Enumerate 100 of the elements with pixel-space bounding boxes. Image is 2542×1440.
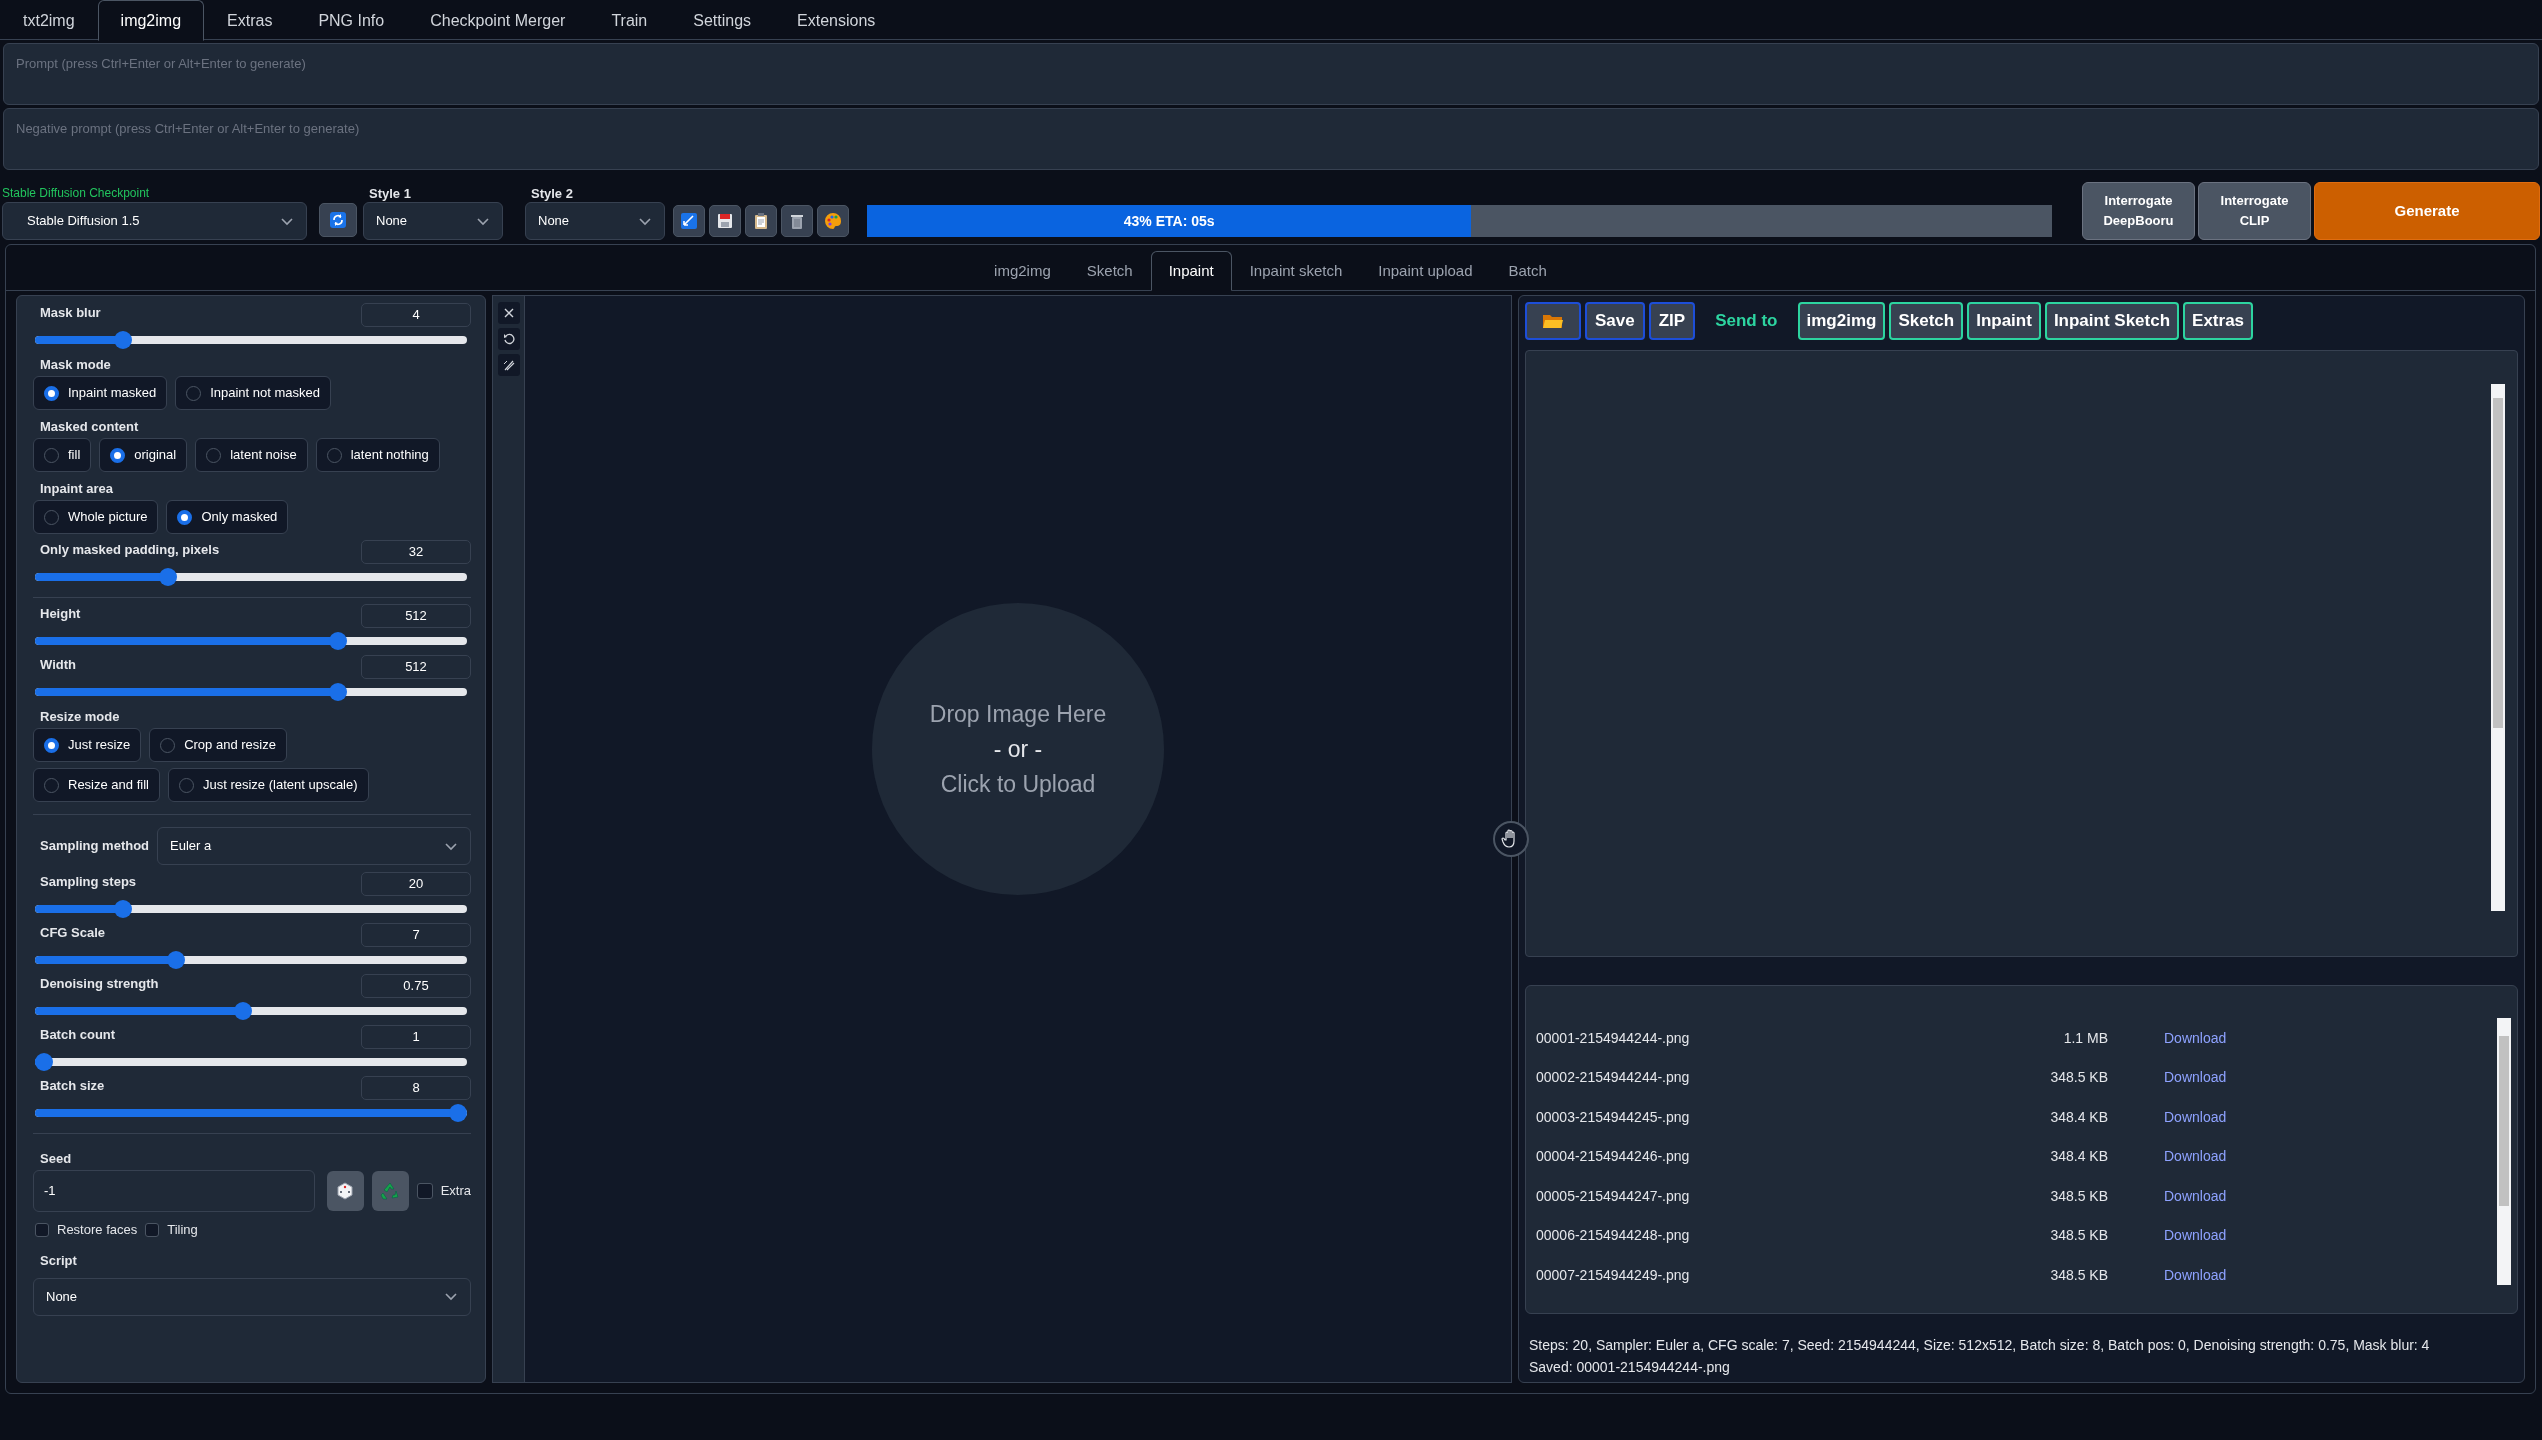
radio-button[interactable] bbox=[186, 385, 202, 401]
negative-prompt-field[interactable]: Negative prompt (press Ctrl+Enter or Alt+Enter to generate) bbox=[3, 108, 2539, 170]
radio-option[interactable]: Whole picture bbox=[33, 500, 159, 534]
undo-button[interactable] bbox=[497, 328, 520, 350]
radio-button[interactable] bbox=[178, 777, 194, 793]
radio-option[interactable]: Inpaint masked bbox=[33, 376, 168, 410]
radio-option[interactable]: Just resize (latent upscale) bbox=[167, 768, 369, 802]
radio-option[interactable]: latent noise bbox=[195, 438, 308, 472]
download-link[interactable]: Download bbox=[2164, 1185, 2227, 1207]
radio-option[interactable]: fill bbox=[33, 438, 92, 472]
slider-thumb[interactable] bbox=[233, 1002, 252, 1020]
checkbox[interactable] bbox=[416, 1183, 433, 1199]
number-field[interactable]: 20 bbox=[361, 872, 471, 896]
checkpoint-dropdown[interactable]: Stable Diffusion 1.5 bbox=[2, 202, 307, 240]
tab[interactable]: img2img bbox=[976, 251, 1069, 291]
radio-button[interactable] bbox=[44, 509, 59, 525]
slider-thumb[interactable] bbox=[113, 331, 132, 349]
radio-button[interactable] bbox=[44, 737, 59, 753]
radio-button[interactable] bbox=[110, 447, 126, 463]
number-field[interactable]: 4 bbox=[361, 303, 471, 327]
slider-thumb[interactable] bbox=[328, 632, 347, 650]
style-dropdown[interactable]: None bbox=[525, 202, 665, 240]
slider[interactable] bbox=[35, 951, 467, 969]
interrogate-button[interactable]: Interrogate CLIP bbox=[2198, 182, 2311, 240]
checkbox[interactable] bbox=[35, 1222, 49, 1237]
reuse-seed-button[interactable] bbox=[371, 1171, 409, 1211]
tab[interactable]: PNG Info bbox=[295, 0, 408, 41]
radio-option[interactable]: Just resize bbox=[33, 728, 142, 762]
send-button[interactable]: img2img bbox=[1797, 301, 1886, 340]
tab[interactable]: Batch bbox=[1490, 251, 1565, 291]
download-link[interactable]: Download bbox=[2164, 1027, 2227, 1049]
slider[interactable] bbox=[35, 1104, 467, 1122]
slider-thumb[interactable] bbox=[159, 568, 178, 586]
tab[interactable]: Inpaint sketch bbox=[1231, 251, 1361, 291]
download-link[interactable]: Download bbox=[2164, 1264, 2227, 1286]
download-link[interactable]: Download bbox=[2164, 1146, 2227, 1167]
slider[interactable] bbox=[35, 1053, 467, 1071]
prompt-field[interactable]: Prompt (press Ctrl+Enter or Alt+Enter to generate) bbox=[3, 43, 2539, 105]
radio-button[interactable] bbox=[44, 385, 59, 401]
sampler-dropdown[interactable]: Euler a bbox=[157, 827, 471, 865]
radio-button[interactable] bbox=[160, 737, 176, 753]
slider[interactable] bbox=[35, 683, 467, 701]
tab[interactable]: Sketch bbox=[1068, 251, 1151, 291]
number-field[interactable]: 0.75 bbox=[361, 974, 471, 998]
slider[interactable] bbox=[35, 1002, 467, 1020]
close-button[interactable] bbox=[497, 302, 520, 324]
send-button[interactable]: Extras bbox=[2183, 301, 2254, 340]
scrollbar[interactable] bbox=[2497, 1018, 2511, 1285]
download-link[interactable]: Download bbox=[2164, 1225, 2227, 1246]
seed-field[interactable]: -1 bbox=[33, 1170, 315, 1212]
clipboard-button[interactable] bbox=[745, 205, 777, 237]
download-link[interactable]: Download bbox=[2164, 1106, 2227, 1128]
slider-thumb[interactable] bbox=[449, 1104, 467, 1122]
palette-button[interactable] bbox=[817, 205, 849, 237]
number-field[interactable]: 512 bbox=[361, 604, 471, 628]
radio-option[interactable]: latent nothing bbox=[315, 438, 440, 472]
open-folder-button[interactable] bbox=[1525, 301, 1581, 340]
checkbox[interactable] bbox=[145, 1222, 160, 1237]
style-dropdown[interactable]: None bbox=[363, 202, 503, 240]
toolbar-button[interactable]: Save bbox=[1585, 301, 1645, 340]
slider[interactable] bbox=[35, 331, 467, 349]
apply-style-button[interactable] bbox=[673, 205, 705, 237]
tab[interactable]: Train bbox=[588, 0, 671, 41]
radio-option[interactable]: Crop and resize bbox=[149, 728, 287, 762]
radio-button[interactable] bbox=[206, 447, 222, 463]
tab[interactable]: Inpaint bbox=[1150, 251, 1232, 291]
slider[interactable] bbox=[35, 632, 467, 650]
upload-dropzone[interactable]: Drop Image Here - or - Click to Upload bbox=[872, 603, 1164, 895]
toolbar-button[interactable]: ZIP bbox=[1648, 301, 1696, 340]
radio-button[interactable] bbox=[44, 447, 59, 463]
number-field[interactable]: 1 bbox=[361, 1025, 471, 1049]
scrollbar[interactable] bbox=[2491, 383, 2505, 912]
random-seed-button[interactable] bbox=[326, 1171, 364, 1211]
send-button[interactable]: Inpaint Sketch bbox=[2044, 301, 2180, 340]
radio-button[interactable] bbox=[177, 509, 193, 525]
tab[interactable]: Extras bbox=[204, 0, 296, 41]
number-field[interactable]: 32 bbox=[361, 540, 471, 564]
pan-button[interactable] bbox=[1493, 821, 1529, 857]
number-field[interactable]: 8 bbox=[361, 1076, 471, 1100]
radio-option[interactable]: Inpaint not masked bbox=[175, 376, 332, 410]
slider[interactable] bbox=[35, 568, 467, 586]
generate-button[interactable]: Generate bbox=[2314, 182, 2540, 240]
slider-thumb[interactable] bbox=[328, 683, 347, 701]
refresh-button[interactable] bbox=[319, 203, 357, 237]
checkbox-label[interactable]: Tiling bbox=[167, 1220, 198, 1240]
tab[interactable]: Settings bbox=[670, 0, 775, 41]
script-dropdown[interactable]: None bbox=[33, 1277, 471, 1316]
checkbox-label[interactable]: Extra bbox=[440, 1181, 471, 1201]
number-field[interactable]: 512 bbox=[361, 655, 471, 679]
send-button[interactable]: Inpaint bbox=[1967, 301, 2041, 340]
tab[interactable]: Checkpoint Merger bbox=[407, 0, 589, 41]
radio-option[interactable]: Only masked bbox=[166, 500, 289, 534]
brush-button[interactable] bbox=[497, 354, 520, 376]
radio-option[interactable]: Resize and fill bbox=[33, 768, 160, 802]
slider[interactable] bbox=[35, 900, 467, 918]
save-button[interactable] bbox=[709, 205, 741, 237]
tab[interactable]: Inpaint upload bbox=[1360, 251, 1491, 291]
interrogate-button[interactable]: Interrogate DeepBooru bbox=[2082, 182, 2195, 240]
checkbox-label[interactable]: Restore faces bbox=[57, 1220, 138, 1240]
radio-option[interactable]: original bbox=[99, 438, 188, 472]
